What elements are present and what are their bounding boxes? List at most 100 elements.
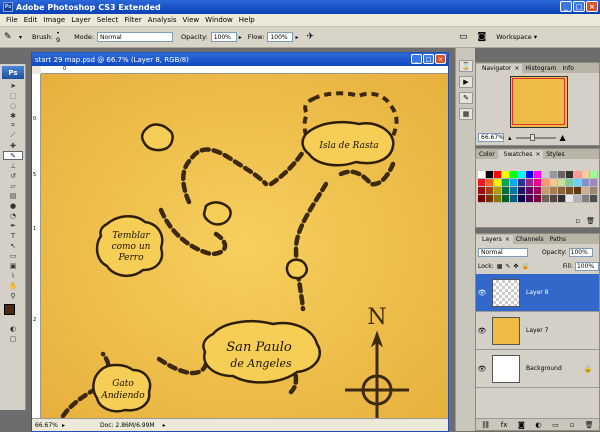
color-swatch[interactable]: [526, 187, 534, 195]
maximize-button[interactable]: □: [573, 1, 585, 12]
color-swatch[interactable]: [518, 171, 526, 179]
horizontal-ruler[interactable]: 0: [41, 66, 448, 74]
doc-maximize-button[interactable]: □: [423, 54, 434, 64]
quick-mask-icon[interactable]: ◐: [3, 324, 23, 333]
visibility-eye-icon[interactable]: 👁: [476, 289, 488, 297]
delete-layer-icon[interactable]: 🗑: [585, 421, 594, 429]
color-swatch[interactable]: [582, 171, 590, 179]
palette-well-icon[interactable]: ▭: [459, 32, 468, 42]
color-swatch[interactable]: [502, 187, 510, 195]
lock-position-icon[interactable]: ✥: [513, 263, 518, 270]
bridge-icon[interactable]: ◙: [478, 32, 487, 42]
menu-edit[interactable]: Edit: [21, 16, 41, 24]
layer-row-background[interactable]: 👁 Background 🔒: [476, 350, 599, 388]
document-title-bar[interactable]: start 29 map.psd @ 66.7% (Layer 8, RGB/8…: [32, 53, 448, 66]
zoom-level[interactable]: 66.67%: [32, 422, 62, 429]
visibility-eye-icon[interactable]: 👁: [476, 327, 488, 335]
color-swatch[interactable]: [510, 171, 518, 179]
color-swatch[interactable]: [534, 171, 542, 179]
color-swatch[interactable]: [494, 195, 502, 203]
magic-wand-tool-icon[interactable]: ✱: [3, 111, 23, 120]
color-swatch[interactable]: [566, 179, 574, 187]
color-swatch[interactable]: [550, 179, 558, 187]
path-selection-tool-icon[interactable]: ↖: [3, 241, 23, 250]
color-swatch[interactable]: [502, 171, 510, 179]
color-swatch[interactable]: [486, 179, 494, 187]
zoom-slider[interactable]: [515, 133, 556, 141]
tab-info[interactable]: Info: [560, 64, 577, 73]
layer-row-layer-8[interactable]: 👁 Layer 8: [476, 274, 599, 312]
notes-tool-icon[interactable]: ▣: [3, 261, 23, 270]
canvas[interactable]: Isla de Rasta Temblar como un Perro San …: [41, 74, 448, 418]
opacity-arrow-icon[interactable]: ▸: [239, 34, 242, 41]
color-swatch[interactable]: [526, 171, 534, 179]
tab-styles[interactable]: Styles: [543, 150, 567, 159]
fill-input[interactable]: 100%: [574, 262, 599, 271]
color-swatch[interactable]: [486, 195, 494, 203]
tool-preset-arrow-icon[interactable]: ▾: [19, 34, 22, 41]
visibility-eye-icon[interactable]: 👁: [476, 365, 488, 373]
zoom-tool-icon[interactable]: ⚲: [3, 291, 23, 300]
new-layer-icon[interactable]: ▫: [569, 421, 574, 429]
workspace-button[interactable]: Workspace ▾: [496, 33, 537, 41]
color-swatch[interactable]: [478, 195, 486, 203]
color-swatch[interactable]: [478, 187, 486, 195]
color-swatch[interactable]: [582, 195, 590, 203]
doc-minimize-button[interactable]: _: [411, 54, 422, 64]
color-swatch[interactable]: [494, 171, 502, 179]
layer-style-icon[interactable]: fx: [501, 421, 508, 429]
status-more-arrow-icon[interactable]: ▸: [163, 422, 166, 429]
color-swatch[interactable]: [558, 187, 566, 195]
tab-swatches[interactable]: Swatches ×: [497, 150, 544, 159]
color-swatch[interactable]: [526, 179, 534, 187]
color-swatch[interactable]: [510, 179, 518, 187]
color-swatch[interactable]: [494, 187, 502, 195]
status-menu-arrow-icon[interactable]: ▸: [62, 422, 72, 429]
color-swatch[interactable]: [558, 171, 566, 179]
hand-tool-icon[interactable]: ✋: [3, 281, 23, 290]
color-swatch[interactable]: [494, 179, 502, 187]
eyedropper-tool-icon[interactable]: ⌇: [3, 271, 23, 280]
blur-tool-icon[interactable]: ●: [3, 201, 23, 210]
tab-channels[interactable]: Channels: [513, 235, 547, 244]
pen-tool-icon[interactable]: ✒: [3, 221, 23, 230]
menu-window[interactable]: Window: [202, 16, 236, 24]
color-swatch[interactable]: [478, 171, 486, 179]
color-swatch[interactable]: [478, 179, 486, 187]
color-swatch[interactable]: [534, 187, 542, 195]
zoom-slider-handle[interactable]: [529, 133, 535, 141]
flow-input[interactable]: 100%: [267, 32, 294, 42]
opacity-input[interactable]: 100%: [210, 32, 237, 42]
lock-pixels-icon[interactable]: ✎: [505, 263, 510, 270]
shape-tool-icon[interactable]: ▭: [3, 251, 23, 260]
zoom-out-icon[interactable]: ▴: [508, 134, 512, 142]
new-swatch-icon[interactable]: ▫: [575, 217, 580, 225]
menu-view[interactable]: View: [180, 16, 203, 24]
zoom-in-icon[interactable]: ▲: [560, 133, 566, 142]
color-swatch[interactable]: [518, 195, 526, 203]
color-swatch[interactable]: [558, 195, 566, 203]
blend-mode-select[interactable]: Normal: [478, 248, 528, 257]
tab-navigator[interactable]: Navigator ×: [476, 64, 523, 73]
history-brush-tool-icon[interactable]: ↺: [3, 171, 23, 180]
color-swatch[interactable]: [518, 187, 526, 195]
brush-tool-icon[interactable]: ✎: [3, 151, 23, 160]
type-tool-icon[interactable]: T: [3, 231, 23, 240]
menu-image[interactable]: Image: [40, 16, 68, 24]
color-swatch[interactable]: [574, 195, 582, 203]
menu-file[interactable]: File: [3, 16, 21, 24]
tab-histogram[interactable]: Histogram: [522, 64, 559, 73]
marquee-tool-icon[interactable]: ⬚: [3, 91, 23, 100]
move-tool-icon[interactable]: ➤: [3, 81, 23, 90]
color-swatch[interactable]: [518, 179, 526, 187]
color-swatch[interactable]: [550, 187, 558, 195]
color-swatch[interactable]: [566, 195, 574, 203]
new-group-icon[interactable]: ▭: [552, 421, 559, 429]
layer-opacity-input[interactable]: 100%: [568, 248, 593, 257]
close-button[interactable]: ×: [586, 1, 598, 12]
color-swatch[interactable]: [502, 195, 510, 203]
layer-row-layer-7[interactable]: 👁 Layer 7: [476, 312, 599, 350]
menu-select[interactable]: Select: [94, 16, 122, 24]
eraser-tool-icon[interactable]: ▱: [3, 181, 23, 190]
color-swatch[interactable]: [542, 187, 550, 195]
